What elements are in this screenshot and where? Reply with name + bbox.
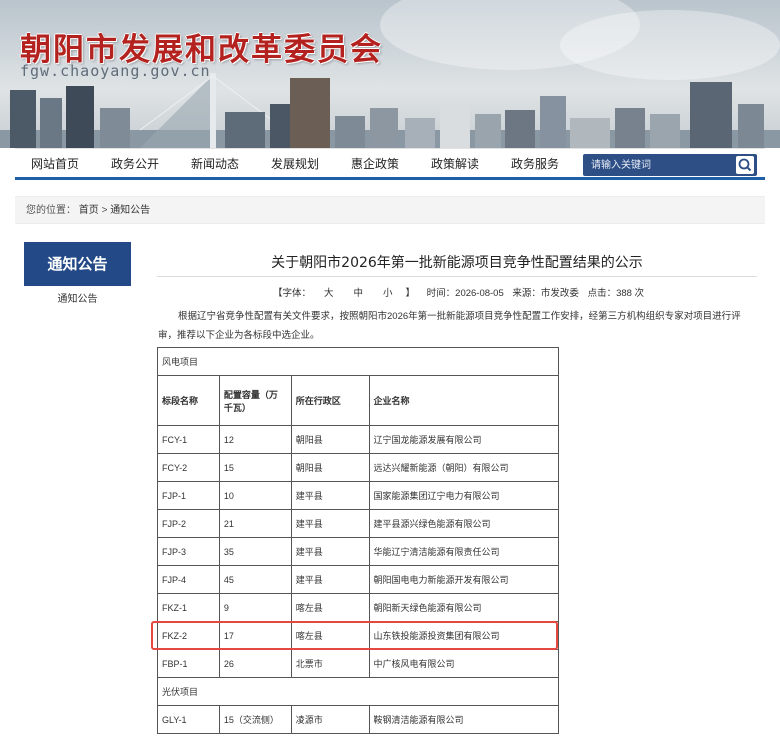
sidebar-heading: 通知公告 xyxy=(24,242,131,286)
header-cell: 企业名称 xyxy=(368,375,560,426)
font-size-large-link[interactable]: 大 xyxy=(324,288,334,299)
nav-item-services[interactable]: 政务服务 xyxy=(495,155,575,172)
search-box xyxy=(583,154,757,176)
district-cell: 凌源市 xyxy=(290,705,370,734)
breadcrumb-home-link[interactable]: 首页 xyxy=(79,205,99,216)
font-label-close: 】 xyxy=(405,288,416,299)
site-url: fgw.chaoyang.gov.cn xyxy=(20,62,211,80)
publish-date: 时间：2026-08-05 xyxy=(426,288,504,299)
section-code-cell: FKZ-2 xyxy=(157,621,220,650)
breadcrumb-separator: > xyxy=(101,205,108,216)
title-divider xyxy=(157,276,757,277)
article-meta: 【字体： 大 中 小 】 时间：2026-08-05 来源：市发改委 点击：388 次 xyxy=(157,285,757,299)
table-row: FJP-3 35 建平县 华能辽宁清洁能源有限责任公司 xyxy=(157,537,560,566)
table-row: FKZ-1 9 喀左县 朝阳新天绿色能源有限公司 xyxy=(157,593,560,622)
table-row: FJP-2 21 建平县 建平县源兴绿色能源有限公司 xyxy=(157,509,560,538)
district-cell: 建平县 xyxy=(290,565,370,594)
capacity-cell: 35 xyxy=(218,537,292,566)
table-row: FJP-4 45 建平县 朝阳国电电力新能源开发有限公司 xyxy=(157,565,560,594)
capacity-cell: 9 xyxy=(218,593,292,622)
breadcrumb-prefix: 您的位置： xyxy=(26,205,76,216)
capacity-cell: 21 xyxy=(218,509,292,538)
font-size-small-link[interactable]: 小 xyxy=(383,288,393,299)
table-row: FKZ-2 17 喀左县 山东铁投能源投资集团有限公司 xyxy=(157,621,560,650)
view-count: 点击：388 次 xyxy=(587,288,645,299)
district-cell: 建平县 xyxy=(290,537,370,566)
section-code-cell: FKZ-1 xyxy=(157,593,220,622)
table-row: FCY-1 12 朝阳县 辽宁国龙能源发展有限公司 xyxy=(157,425,560,454)
search-input[interactable] xyxy=(591,157,731,173)
company-cell: 建平县源兴绿色能源有限公司 xyxy=(368,509,560,538)
company-cell: 朝阳国电电力新能源开发有限公司 xyxy=(368,565,560,594)
article-source: 来源：市发改委 xyxy=(512,288,579,299)
company-cell: 山东铁投能源投资集团有限公司 xyxy=(368,621,560,650)
capacity-cell: 12 xyxy=(218,425,292,454)
nav-item-news[interactable]: 新闻动态 xyxy=(175,155,255,172)
table-row: FBP-1 26 北票市 中广核风电有限公司 xyxy=(157,649,560,678)
sidebar-item-notices[interactable]: 通知公告 xyxy=(24,290,131,305)
company-cell: 国家能源集团辽宁电力有限公司 xyxy=(368,481,560,510)
capacity-cell: 10 xyxy=(218,481,292,510)
table-row: FCY-2 15 朝阳县 远达兴耀新能源（朝阳）有限公司 xyxy=(157,453,560,482)
breadcrumb-current-link[interactable]: 通知公告 xyxy=(110,205,150,216)
article-paragraph: 根据辽宁省竞争性配置有关文件要求，按照朝阳市2026年第一批新能源项目竞争性配置… xyxy=(158,311,741,341)
nav-item-government-affairs[interactable]: 政务公开 xyxy=(95,155,175,172)
district-cell: 建平县 xyxy=(290,481,370,510)
capacity-cell: 17 xyxy=(218,621,292,650)
section-row-wind-label: 风电项目 xyxy=(157,347,559,376)
section-code-cell: FJP-2 xyxy=(157,509,220,538)
section-row-solar-label: 光伏项目 xyxy=(157,677,559,706)
table-row: FJP-1 10 建平县 国家能源集团辽宁电力有限公司 xyxy=(157,481,560,510)
results-table: 风电项目 标段名称 配置容量（万千瓦） 所在行政区 企业名称 FCY-1 12 朝阳县 辽宁国龙… xyxy=(157,347,560,734)
table-header-row: 标段名称 配置容量（万千瓦） 所在行政区 企业名称 xyxy=(157,375,560,426)
section-row-solar: 光伏项目 xyxy=(157,677,559,706)
search-icon xyxy=(738,158,752,172)
district-cell: 朝阳县 xyxy=(290,453,370,482)
company-cell: 鞍钢清洁能源有限公司 xyxy=(368,705,560,734)
district-cell: 建平县 xyxy=(290,509,370,538)
capacity-cell: 26 xyxy=(218,649,292,678)
district-cell: 喀左县 xyxy=(290,593,370,622)
header-cell: 标段名称 xyxy=(157,375,220,426)
section-code-cell: GLY-1 xyxy=(157,705,220,734)
section-code-cell: FCY-1 xyxy=(157,425,220,454)
font-size-medium-link[interactable]: 中 xyxy=(353,288,363,299)
nav-item-planning[interactable]: 发展规划 xyxy=(255,155,335,172)
table-row: GLY-1 15（交流侧） 凌源市 鞍钢清洁能源有限公司 xyxy=(157,705,560,734)
section-code-cell: FJP-3 xyxy=(157,537,220,566)
breadcrumb: 您的位置： 首页 > 通知公告 xyxy=(15,196,765,224)
section-row-wind: 风电项目 xyxy=(157,347,559,376)
header-cell: 所在行政区 xyxy=(290,375,370,426)
capacity-cell: 15 xyxy=(218,453,292,482)
city-skyline-image xyxy=(0,73,780,148)
section-code-cell: FJP-1 xyxy=(157,481,220,510)
company-cell: 远达兴耀新能源（朝阳）有限公司 xyxy=(368,453,560,482)
capacity-cell: 15（交流侧） xyxy=(218,705,292,734)
section-code-cell: FBP-1 xyxy=(157,649,220,678)
district-cell: 北票市 xyxy=(290,649,370,678)
search-button[interactable] xyxy=(736,156,754,174)
nav-item-business-policy[interactable]: 惠企政策 xyxy=(335,155,415,172)
section-code-cell: FJP-4 xyxy=(157,565,220,594)
font-size-label: 【字体： 大 中 小 】 xyxy=(270,288,418,299)
nav-item-policy-interpretation[interactable]: 政策解读 xyxy=(415,155,495,172)
nav-item-home[interactable]: 网站首页 xyxy=(15,155,95,172)
main-nav: 网站首页 政务公开 新闻动态 发展规划 惠企政策 政策解读 政务服务 xyxy=(15,148,765,180)
font-label-open: 【字体： xyxy=(272,288,311,299)
article-title: 关于朝阳市2026年第一批新能源项目竞争性配置结果的公示 xyxy=(271,255,643,271)
company-cell: 辽宁国龙能源发展有限公司 xyxy=(368,425,560,454)
header-cell: 配置容量（万千瓦） xyxy=(218,375,292,426)
company-cell: 华能辽宁清洁能源有限责任公司 xyxy=(368,537,560,566)
company-cell: 中广核风电有限公司 xyxy=(368,649,560,678)
section-code-cell: FCY-2 xyxy=(157,453,220,482)
company-cell: 朝阳新天绿色能源有限公司 xyxy=(368,593,560,622)
site-banner: 朝阳市发展和改革委员会 fgw.chaoyang.gov.cn xyxy=(0,0,780,148)
capacity-cell: 45 xyxy=(218,565,292,594)
district-cell: 喀左县 xyxy=(290,621,370,650)
district-cell: 朝阳县 xyxy=(290,425,370,454)
